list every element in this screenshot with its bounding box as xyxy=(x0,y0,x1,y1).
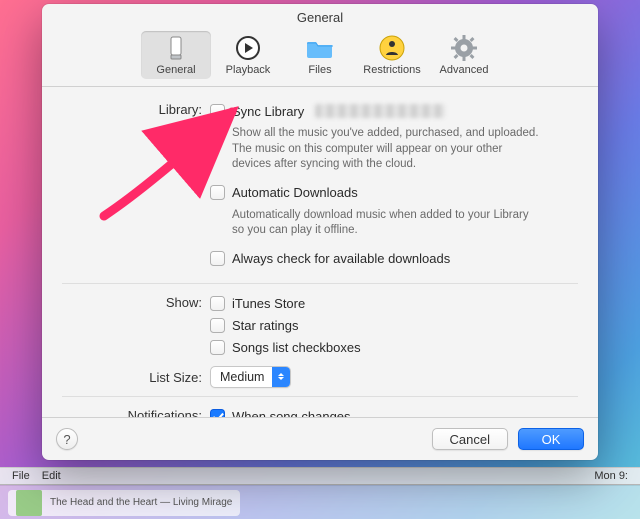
cancel-button[interactable]: Cancel xyxy=(432,428,508,450)
star-ratings-label: Star ratings xyxy=(232,318,298,333)
automatic-downloads-description: Automatically download music when added … xyxy=(210,205,540,249)
menubar-clock: Mon 9: xyxy=(588,470,634,482)
play-icon xyxy=(233,35,263,61)
divider xyxy=(62,396,578,397)
menu-edit[interactable]: Edit xyxy=(36,470,67,482)
parental-icon xyxy=(377,35,407,61)
chevron-up-down-icon xyxy=(272,367,290,387)
sync-library-checkbox[interactable] xyxy=(210,104,225,119)
gear-icon xyxy=(449,35,479,61)
list-size-select[interactable]: Medium xyxy=(210,366,291,388)
list-size-value: Medium xyxy=(211,370,272,384)
window-title: General xyxy=(42,4,598,27)
tab-restrictions[interactable]: Restrictions xyxy=(357,31,427,79)
dialog-footer: ? Cancel OK xyxy=(42,417,598,460)
tab-playback[interactable]: Playback xyxy=(213,31,283,79)
list-size-label: List Size: xyxy=(62,369,210,385)
ok-button[interactable]: OK xyxy=(518,428,584,450)
sync-library-description: Show all the music you've added, purchas… xyxy=(210,123,540,183)
songs-list-checkboxes-label: Songs list checkboxes xyxy=(232,340,361,355)
preferences-content: Library: Sync Library Show all the music… xyxy=(42,87,598,417)
notifications-section-label: Notifications: xyxy=(62,407,210,417)
when-song-changes-label: When song changes xyxy=(232,409,351,417)
songs-list-checkboxes-checkbox[interactable] xyxy=(210,340,225,355)
tab-label: General xyxy=(141,64,211,76)
library-section-label: Library: xyxy=(62,101,210,117)
help-button[interactable]: ? xyxy=(56,428,78,450)
star-ratings-checkbox[interactable] xyxy=(210,318,225,333)
album-art-icon xyxy=(16,490,42,516)
sync-library-label: Sync Library xyxy=(232,104,304,119)
automatic-downloads-label: Automatic Downloads xyxy=(232,185,358,200)
now-playing-title: The Head and the Heart — Living Mirage xyxy=(50,497,232,508)
os-menubar: File Edit Mon 9: xyxy=(0,467,640,485)
dock: The Head and the Heart — Living Mirage xyxy=(0,485,640,519)
general-icon xyxy=(161,35,191,61)
preferences-window: General General Playback Files Restricti… xyxy=(42,4,598,460)
tab-label: Files xyxy=(285,64,355,76)
tab-label: Playback xyxy=(213,64,283,76)
when-song-changes-checkbox[interactable] xyxy=(210,409,225,417)
itunes-store-label: iTunes Store xyxy=(232,296,305,311)
preferences-toolbar: General Playback Files Restrictions Adva… xyxy=(42,27,598,87)
menu-file[interactable]: File xyxy=(6,470,36,482)
itunes-store-checkbox[interactable] xyxy=(210,296,225,311)
tab-files[interactable]: Files xyxy=(285,31,355,79)
tab-advanced[interactable]: Advanced xyxy=(429,31,499,79)
automatic-downloads-checkbox[interactable] xyxy=(210,185,225,200)
folder-icon xyxy=(305,35,335,61)
redacted-account-text xyxy=(315,104,445,118)
tab-label: Advanced xyxy=(429,64,499,76)
divider xyxy=(62,283,578,284)
tab-general[interactable]: General xyxy=(141,31,211,79)
always-check-downloads-checkbox[interactable] xyxy=(210,251,225,266)
show-section-label: Show: xyxy=(62,294,210,310)
always-check-downloads-label: Always check for available downloads xyxy=(232,251,450,266)
tab-label: Restrictions xyxy=(357,64,427,76)
now-playing[interactable]: The Head and the Heart — Living Mirage xyxy=(8,490,240,516)
